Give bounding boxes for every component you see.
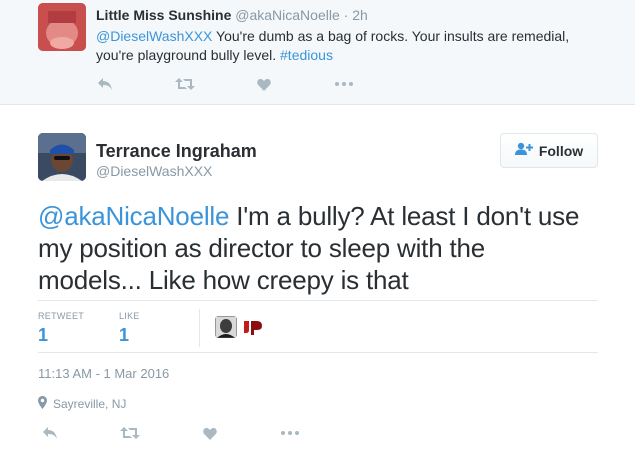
tweet-location[interactable]: Sayreville, NJ — [38, 396, 126, 412]
main-more-icon[interactable] — [279, 424, 301, 442]
liker-avatar-2[interactable] — [242, 316, 264, 338]
like-icon[interactable] — [253, 75, 275, 93]
reply-mention-link[interactable]: @DieselWashXXX — [96, 28, 212, 44]
stats-top-divider — [38, 300, 598, 301]
main-author-avatar[interactable] — [38, 133, 86, 181]
like-stat-label[interactable]: LIKE — [119, 311, 140, 321]
stats-separator — [199, 309, 200, 347]
main-mention-link[interactable]: @akaNicaNoelle — [38, 201, 229, 231]
main-tweet-text: @akaNicaNoelle I'm a bully? At least I d… — [38, 200, 598, 296]
main-author-name[interactable]: Terrance Ingraham — [96, 141, 257, 162]
follow-user-icon — [514, 142, 533, 159]
retweet-stat-label[interactable]: RETWEET — [38, 311, 84, 321]
main-retweet-icon[interactable] — [119, 424, 141, 442]
reply-header: Little Miss Sunshine @akaNicaNoelle · 2h — [96, 7, 368, 23]
tweet-timestamp[interactable]: 11:13 AM - 1 Mar 2016 — [38, 366, 169, 381]
location-pin-icon — [38, 396, 47, 412]
follow-button[interactable]: Follow — [500, 133, 598, 168]
location-label: Sayreville, NJ — [53, 397, 127, 411]
reply-separator: · — [343, 7, 349, 23]
liker-avatar-1[interactable] — [215, 316, 237, 338]
main-reply-icon[interactable] — [39, 424, 61, 442]
main-text-line2: my position as director to sleep with th… — [38, 233, 486, 263]
reply-hashtag-link[interactable]: #tedious — [280, 47, 333, 63]
follow-button-label: Follow — [538, 142, 584, 159]
reply-author-name[interactable]: Little Miss Sunshine — [96, 7, 231, 23]
reply-text-line2: you're playground bully level. — [96, 47, 277, 63]
retweet-icon[interactable] — [174, 75, 196, 93]
reply-author-handle[interactable]: @akaNicaNoelle — [235, 7, 339, 23]
like-stat-count[interactable]: 1 — [119, 325, 129, 346]
reply-time[interactable]: 2h — [352, 7, 368, 23]
reply-tweet[interactable]: Little Miss Sunshine @akaNicaNoelle · 2h… — [0, 0, 635, 105]
main-like-icon[interactable] — [199, 424, 221, 442]
reply-author-avatar[interactable] — [38, 3, 86, 51]
reply-text-line1: You're dumb as a bag of rocks. Your insu… — [216, 28, 570, 44]
reply-icon[interactable] — [94, 75, 116, 93]
stats-bottom-divider — [38, 352, 598, 353]
main-text-line1: I'm a bully? At least I don't use — [229, 201, 580, 231]
main-text-line3: models... Like how creepy is that — [38, 265, 409, 295]
more-icon[interactable] — [333, 75, 355, 93]
retweet-stat-count[interactable]: 1 — [38, 325, 48, 346]
reply-text: @DieselWashXXX You're dumb as a bag of r… — [96, 27, 596, 65]
main-author-handle[interactable]: @DieselWashXXX — [96, 163, 212, 179]
